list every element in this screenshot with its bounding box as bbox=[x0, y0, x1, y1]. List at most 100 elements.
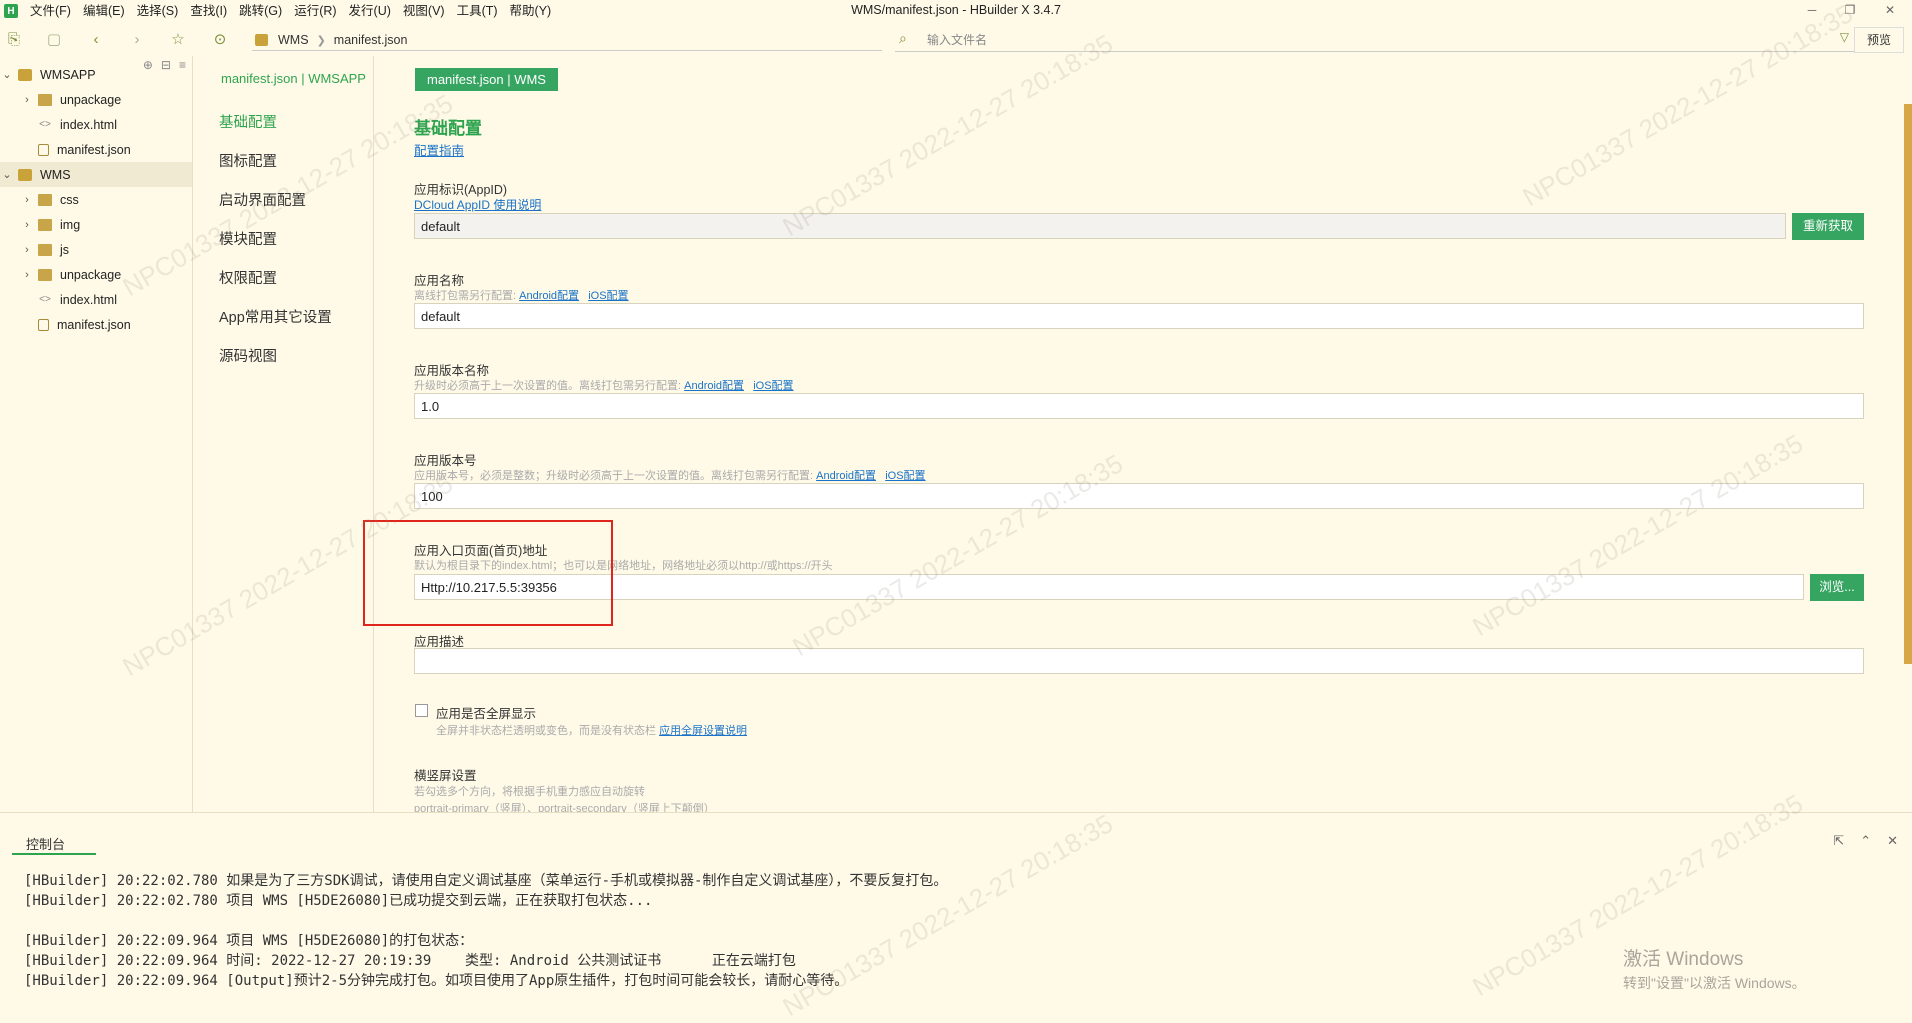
tree-project-wms[interactable]: ⌄ WMS bbox=[0, 162, 192, 187]
version-name-hint: 升级时必须高于上一次设置的值。离线打包需另行配置: bbox=[414, 380, 682, 392]
tree-item-folder[interactable]: › img bbox=[0, 212, 192, 237]
breadcrumb-separator-icon: ❯ bbox=[316, 34, 326, 47]
run-icon[interactable]: ⊙ bbox=[210, 30, 230, 50]
tree-item-folder[interactable]: › js bbox=[0, 237, 192, 262]
menu-select[interactable]: 选择(S) bbox=[131, 0, 185, 22]
filter-icon[interactable]: ▽ bbox=[1840, 30, 1849, 44]
chevron-right-icon[interactable]: › bbox=[20, 244, 34, 256]
restore-icon[interactable]: ❐ bbox=[1835, 0, 1865, 20]
browse-button[interactable]: 浏览... bbox=[1810, 574, 1864, 601]
console-line: [HBuilder] 20:22:09.964 时间: 2022-12-27 2… bbox=[24, 953, 796, 969]
console-close-icon[interactable]: ✕ bbox=[1887, 833, 1898, 849]
chevron-down-icon[interactable]: ⌄ bbox=[0, 68, 14, 81]
menu-help[interactable]: 帮助(Y) bbox=[504, 0, 558, 22]
tree-item-file[interactable]: manifest.json bbox=[0, 312, 192, 337]
version-code-ios-link[interactable]: iOS配置 bbox=[885, 470, 925, 482]
tree-item-folder[interactable]: › unpackage bbox=[0, 262, 192, 287]
project-icon bbox=[18, 168, 32, 181]
entry-page-input[interactable] bbox=[414, 574, 1804, 600]
chevron-right-icon[interactable]: › bbox=[20, 94, 34, 106]
app-name-input[interactable] bbox=[414, 303, 1864, 329]
tree-item-file[interactable]: <> index.html bbox=[0, 112, 192, 137]
favorite-star-icon[interactable]: ☆ bbox=[168, 30, 188, 50]
fullscreen-help-link[interactable]: 应用全屏设置说明 bbox=[659, 725, 747, 737]
save-icon[interactable]: ▢ bbox=[44, 30, 64, 50]
forward-icon[interactable]: › bbox=[127, 30, 147, 50]
menu-tools[interactable]: 工具(T) bbox=[451, 0, 504, 22]
chevron-down-icon[interactable]: ⌄ bbox=[0, 168, 14, 181]
appid-help-link[interactable]: DCloud AppID 使用说明 bbox=[414, 196, 541, 213]
tree-item-file[interactable]: <> index.html bbox=[0, 287, 192, 312]
file-search-input[interactable] bbox=[927, 30, 1807, 50]
tree-item-folder[interactable]: › css bbox=[0, 187, 192, 212]
folder-icon bbox=[38, 243, 52, 256]
breadcrumb-project[interactable]: WMS bbox=[278, 33, 309, 47]
description-input[interactable] bbox=[414, 648, 1864, 674]
version-name-android-link[interactable]: Android配置 bbox=[684, 380, 744, 392]
tree-item-folder[interactable]: › unpackage bbox=[0, 87, 192, 112]
nav-permission-config[interactable]: 权限配置 bbox=[219, 267, 277, 288]
version-code-input[interactable] bbox=[414, 483, 1864, 509]
app-name-ios-link[interactable]: iOS配置 bbox=[588, 290, 628, 302]
menu-find[interactable]: 查找(I) bbox=[184, 0, 233, 22]
menu-edit[interactable]: 编辑(E) bbox=[77, 0, 131, 22]
folder-icon bbox=[38, 268, 52, 281]
fullscreen-checkbox[interactable] bbox=[415, 704, 428, 717]
html-file-icon: <> bbox=[39, 293, 51, 305]
console-tab[interactable]: 控制台 bbox=[26, 834, 65, 853]
chevron-up-icon[interactable]: ⌃ bbox=[1860, 833, 1871, 849]
tree-item-label: css bbox=[60, 192, 79, 207]
chevron-right-icon[interactable]: › bbox=[20, 194, 34, 206]
version-name-ios-link[interactable]: iOS配置 bbox=[753, 380, 793, 392]
nav-icon-config[interactable]: 图标配置 bbox=[219, 150, 277, 171]
activation-subtitle: 转到"设置"以激活 Windows。 bbox=[1623, 975, 1806, 991]
back-icon[interactable]: ‹ bbox=[86, 30, 106, 50]
json-file-icon bbox=[38, 143, 49, 156]
console-line: [HBuilder] 20:22:02.780 如果是为了三方SDK调试，请使用… bbox=[24, 873, 948, 889]
nav-source-view[interactable]: 源码视图 bbox=[219, 345, 277, 366]
breadcrumb-file[interactable]: manifest.json bbox=[334, 33, 408, 47]
console-line: [HBuilder] 20:22:09.964 项目 WMS [H5DE2608… bbox=[24, 933, 474, 949]
chevron-right-icon[interactable]: › bbox=[20, 269, 34, 281]
new-file-icon[interactable]: ⎘ bbox=[4, 30, 24, 50]
appid-input[interactable] bbox=[414, 213, 1786, 239]
menu-goto[interactable]: 跳转(G) bbox=[233, 0, 288, 22]
menu-file[interactable]: 文件(F) bbox=[24, 0, 77, 22]
folder-icon bbox=[38, 93, 52, 106]
nav-file-title[interactable]: manifest.json | WMSAPP bbox=[221, 71, 366, 86]
config-guide-link[interactable]: 配置指南 bbox=[414, 140, 464, 159]
tree-item-file[interactable]: manifest.json bbox=[0, 137, 192, 162]
tree-project-wmsapp[interactable]: ⌄ WMSAPP bbox=[0, 62, 192, 87]
nav-basic-config[interactable]: 基础配置 bbox=[219, 111, 277, 132]
console-export-icon[interactable]: ⇱ bbox=[1833, 833, 1844, 849]
regenerate-appid-button[interactable]: 重新获取 bbox=[1792, 213, 1864, 240]
close-icon[interactable]: ✕ bbox=[1875, 0, 1905, 20]
scrollbar[interactable] bbox=[1904, 104, 1912, 664]
version-code-android-link[interactable]: Android配置 bbox=[816, 470, 876, 482]
tree-item-label: index.html bbox=[60, 117, 117, 132]
menu-publish[interactable]: 发行(U) bbox=[343, 0, 397, 22]
fullscreen-hint: 全屏并非状态栏透明或变色，而是没有状态栏 bbox=[436, 725, 656, 737]
breadcrumb: WMS ❯ manifest.json bbox=[255, 30, 407, 50]
tree-item-label: WMS bbox=[40, 167, 71, 182]
nav-app-other-settings[interactable]: App常用其它设置 bbox=[219, 306, 332, 327]
windows-activation-notice: 激活 Windows 转到"设置"以激活 Windows。 bbox=[1623, 944, 1806, 993]
html-file-icon: <> bbox=[39, 118, 51, 130]
version-code-hint: 应用版本号，必须是整数；升级时必须高于上一次设置的值。离线打包需另行配置: bbox=[414, 470, 814, 482]
tree-item-label: js bbox=[60, 242, 70, 257]
console-line: [HBuilder] 20:22:02.780 项目 WMS [H5DE2608… bbox=[24, 893, 653, 909]
version-name-input[interactable] bbox=[414, 393, 1864, 419]
preview-button[interactable]: 预览 bbox=[1854, 27, 1904, 53]
editor-tab[interactable]: manifest.json | WMS bbox=[415, 68, 558, 91]
section-title: 基础配置 bbox=[414, 119, 482, 138]
nav-splash-config[interactable]: 启动界面配置 bbox=[219, 189, 306, 210]
version-code-hint-row: 应用版本号，必须是整数；升级时必须高于上一次设置的值。离线打包需另行配置: An… bbox=[414, 467, 926, 483]
app-name-android-link[interactable]: Android配置 bbox=[519, 290, 579, 302]
menu-view[interactable]: 视图(V) bbox=[397, 0, 451, 22]
nav-module-config[interactable]: 模块配置 bbox=[219, 228, 277, 249]
chevron-right-icon[interactable]: › bbox=[20, 219, 34, 231]
menu-run[interactable]: 运行(R) bbox=[288, 0, 342, 22]
tree-item-label: unpackage bbox=[60, 267, 122, 282]
minimize-icon[interactable]: ─ bbox=[1797, 0, 1827, 20]
version-name-hint-row: 升级时必须高于上一次设置的值。离线打包需另行配置: Android配置 iOS配… bbox=[414, 377, 794, 393]
